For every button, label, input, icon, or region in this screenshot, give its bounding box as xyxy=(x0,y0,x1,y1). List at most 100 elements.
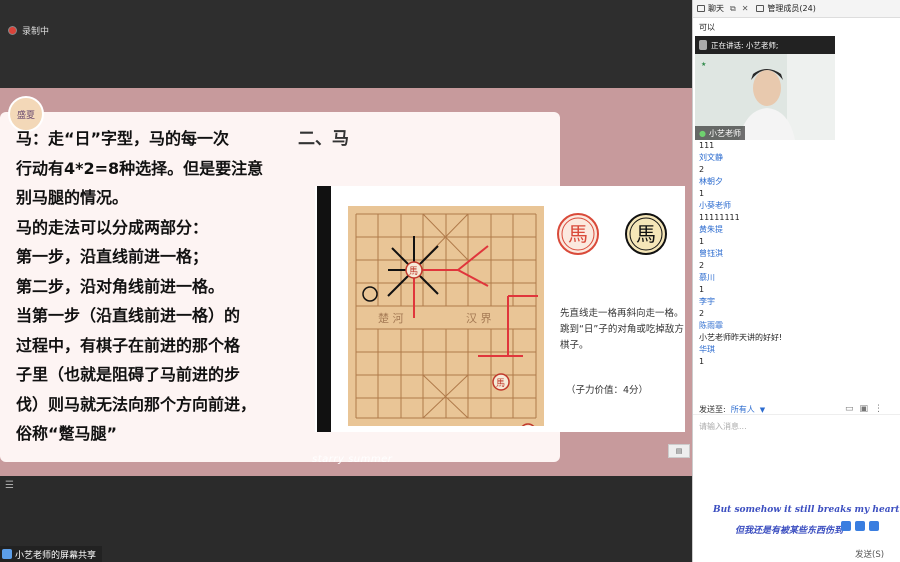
chat-messages: 111 刘文静 2 林朝夕 1 小葵老师 11111111 黄朱提 1 曾钰淇 2 慕川 1… xyxy=(699,140,897,368)
rule-line: 第一步，沿直线前进一格； xyxy=(16,247,209,266)
message-sender[interactable]: 李宇 xyxy=(699,296,897,308)
popout-icon[interactable]: ⧉ xyxy=(730,4,736,14)
list-item: 华琪 1 xyxy=(699,344,897,368)
speaker-icon xyxy=(699,40,707,50)
message-sender[interactable]: 小葵老师 xyxy=(699,200,897,212)
tab-members-label: 管理成员(24) xyxy=(767,4,816,13)
rule-line: 行动有4*2=8种选择。但是要注意 xyxy=(16,158,264,178)
mic-icon: ● xyxy=(699,128,706,138)
section-title: 二、马 xyxy=(298,129,349,149)
message-text: 2 xyxy=(699,261,705,270)
record-icon xyxy=(8,25,17,35)
horse-rule-text: 马：走“日”字型，马的每一次 行动有4*2=8种选择。但是要注意 别马腿的情况。… xyxy=(16,124,286,449)
river-left-label: 楚 河 xyxy=(378,311,404,325)
message-text: 11111111 xyxy=(699,213,740,222)
list-item: 小葵老师 11111111 xyxy=(699,200,897,224)
close-icon[interactable]: ✕ xyxy=(742,4,749,13)
recording-label: 录制中 xyxy=(22,26,50,37)
rule-line: 马的走法可以分成两部分： xyxy=(16,217,209,237)
message-text: 2 xyxy=(699,165,705,174)
recording-indicator[interactable]: 录制中 xyxy=(8,22,52,38)
rule-line: 过程中，有棋子在前进的那个格 xyxy=(16,335,241,355)
piece-value-note: （子力价值：4分） xyxy=(566,385,649,396)
tab-chat-label: 聊天 xyxy=(708,4,724,13)
desc-line: 先直线走一格再斜向走一格。 xyxy=(560,308,684,319)
rule-line: 伐）则马就无法向那个方向前进， xyxy=(16,394,257,414)
message-text: 1 xyxy=(699,357,705,366)
list-item: 111 xyxy=(699,140,897,152)
lyric-overlay-en: But somehow it still breaks my heart xyxy=(713,505,900,515)
message-sender[interactable]: 慕川 xyxy=(699,272,897,284)
slide-toolbar-icon[interactable]: ▤ xyxy=(668,444,690,458)
teacher-video[interactable]: ★ ● 小艺老师 xyxy=(695,54,835,140)
chat-input-placeholder: 请输入消息... xyxy=(699,422,747,431)
message-sender[interactable]: 华琪 xyxy=(699,344,897,356)
list-item: 慕川 1 xyxy=(699,272,897,296)
video-name-tag: ● 小艺老师 xyxy=(695,126,745,140)
message-text: 2 xyxy=(699,309,705,318)
tab-members[interactable]: 管理成员(24) xyxy=(752,0,819,17)
message-text: 111 xyxy=(699,141,715,150)
emoji-icon[interactable] xyxy=(841,521,851,531)
message-text: 1 xyxy=(699,285,705,294)
message-sender[interactable]: 刘文静 xyxy=(699,152,897,164)
message-sender[interactable]: 林朝夕 xyxy=(699,176,897,188)
image-icon[interactable]: ▣ xyxy=(860,404,869,414)
chat-icon xyxy=(697,5,705,12)
chat-tools: ▭ ▣ ⋮ xyxy=(845,404,883,414)
list-item: 陈雨霏 小艺老师昨天讲的好好! xyxy=(699,320,897,344)
slide-watermark: starry summer xyxy=(312,454,393,465)
horse-piece-lower-label: 馬 xyxy=(496,378,505,389)
red-horse-char: 馬 xyxy=(568,222,588,246)
speaking-indicator: 正在讲话: 小艺老师; xyxy=(695,36,835,54)
shared-slide: 盛夏 马：走“日”字型，马的每一次 行动有4*2=8种选择。但是要注意 别马腿的… xyxy=(0,88,692,476)
rule-line: 别马腿的情况。 xyxy=(16,188,129,207)
share-status-label: 小艺老师的屏幕共享 xyxy=(15,550,97,561)
message-sender[interactable]: 黄朱提 xyxy=(699,224,897,236)
river-right-label: 汉 界 xyxy=(466,312,492,325)
send-button[interactable]: 发送(S) xyxy=(855,548,884,560)
video-bg-logo: ★ xyxy=(701,61,706,68)
side-panel: 聊天 ⧉ ✕ 管理成员(24) 可以 正在讲话: 小艺老师; ★ ● 小艺老师 … xyxy=(692,0,900,562)
desc-line: 跳到“日”子的对角或吃掉敌方 xyxy=(560,324,684,335)
chat-message: 可以 xyxy=(699,23,715,32)
message-sender[interactable]: 曾钰淇 xyxy=(699,248,897,260)
horse-piece-center-label: 馬 xyxy=(409,266,418,277)
move-description: 先直线走一格再斜向走一格。 跳到“日”子的对角或吃掉敌方 棋子。 xyxy=(560,306,686,354)
video-name-label: 小艺老师 xyxy=(708,128,741,138)
list-item: 曾钰淇 2 xyxy=(699,248,897,272)
desc-line: 棋子。 xyxy=(560,340,589,351)
mic-icon[interactable] xyxy=(855,521,865,531)
tab-chat[interactable]: 聊天 ⧉ ✕ xyxy=(693,0,752,17)
lower-bar: ☰ 小艺老师的屏幕共享 xyxy=(0,476,692,562)
top-bar: 录制中 xyxy=(0,0,692,88)
lyric-overlay-cn: 但我还是有被某些东西伤到 xyxy=(735,526,844,536)
rule-line: 当第一步（沿直线前进一格）的 xyxy=(16,306,241,325)
xiangqi-board: 楚 河 汉 界 馬 馬 兵 xyxy=(348,206,544,426)
speaking-label: 正在讲话: 小艺老师; xyxy=(711,40,779,50)
members-icon xyxy=(756,5,765,12)
red-horse-piece: 馬 xyxy=(556,212,600,256)
list-item: 李宇 2 xyxy=(699,296,897,320)
settings-icon[interactable]: ⋮ xyxy=(874,404,883,414)
rule-line: 马：走“日”字型，马的每一次 xyxy=(16,129,230,148)
keyboard-icon[interactable] xyxy=(869,521,879,531)
message-sender[interactable]: 陈雨霏 xyxy=(699,320,897,332)
black-horse-piece: 馬 xyxy=(624,212,668,256)
chevron-down-icon[interactable]: ▼ xyxy=(760,406,765,414)
folder-icon[interactable]: ▭ xyxy=(845,404,854,414)
list-item: 黄朱提 1 xyxy=(699,224,897,248)
panel-edge xyxy=(317,186,331,432)
list-item: 林朝夕 1 xyxy=(699,176,897,200)
panel-tabs: 聊天 ⧉ ✕ 管理成员(24) xyxy=(693,0,900,18)
share-icon xyxy=(2,549,12,559)
screen-share-status: 小艺老师的屏幕共享 xyxy=(0,546,103,562)
list-item: 刘文静 2 xyxy=(699,152,897,176)
message-text: 1 xyxy=(699,189,705,198)
message-text: 小艺老师昨天讲的好好! xyxy=(699,333,783,342)
menu-icon[interactable]: ☰ xyxy=(5,480,17,492)
message-text: 1 xyxy=(699,237,705,246)
black-horse-char: 馬 xyxy=(636,222,656,246)
rule-line: 子里（也就是阻碍了马前进的步 xyxy=(16,365,241,384)
rule-line: 第二步，沿对角线前进一格。 xyxy=(16,276,225,296)
